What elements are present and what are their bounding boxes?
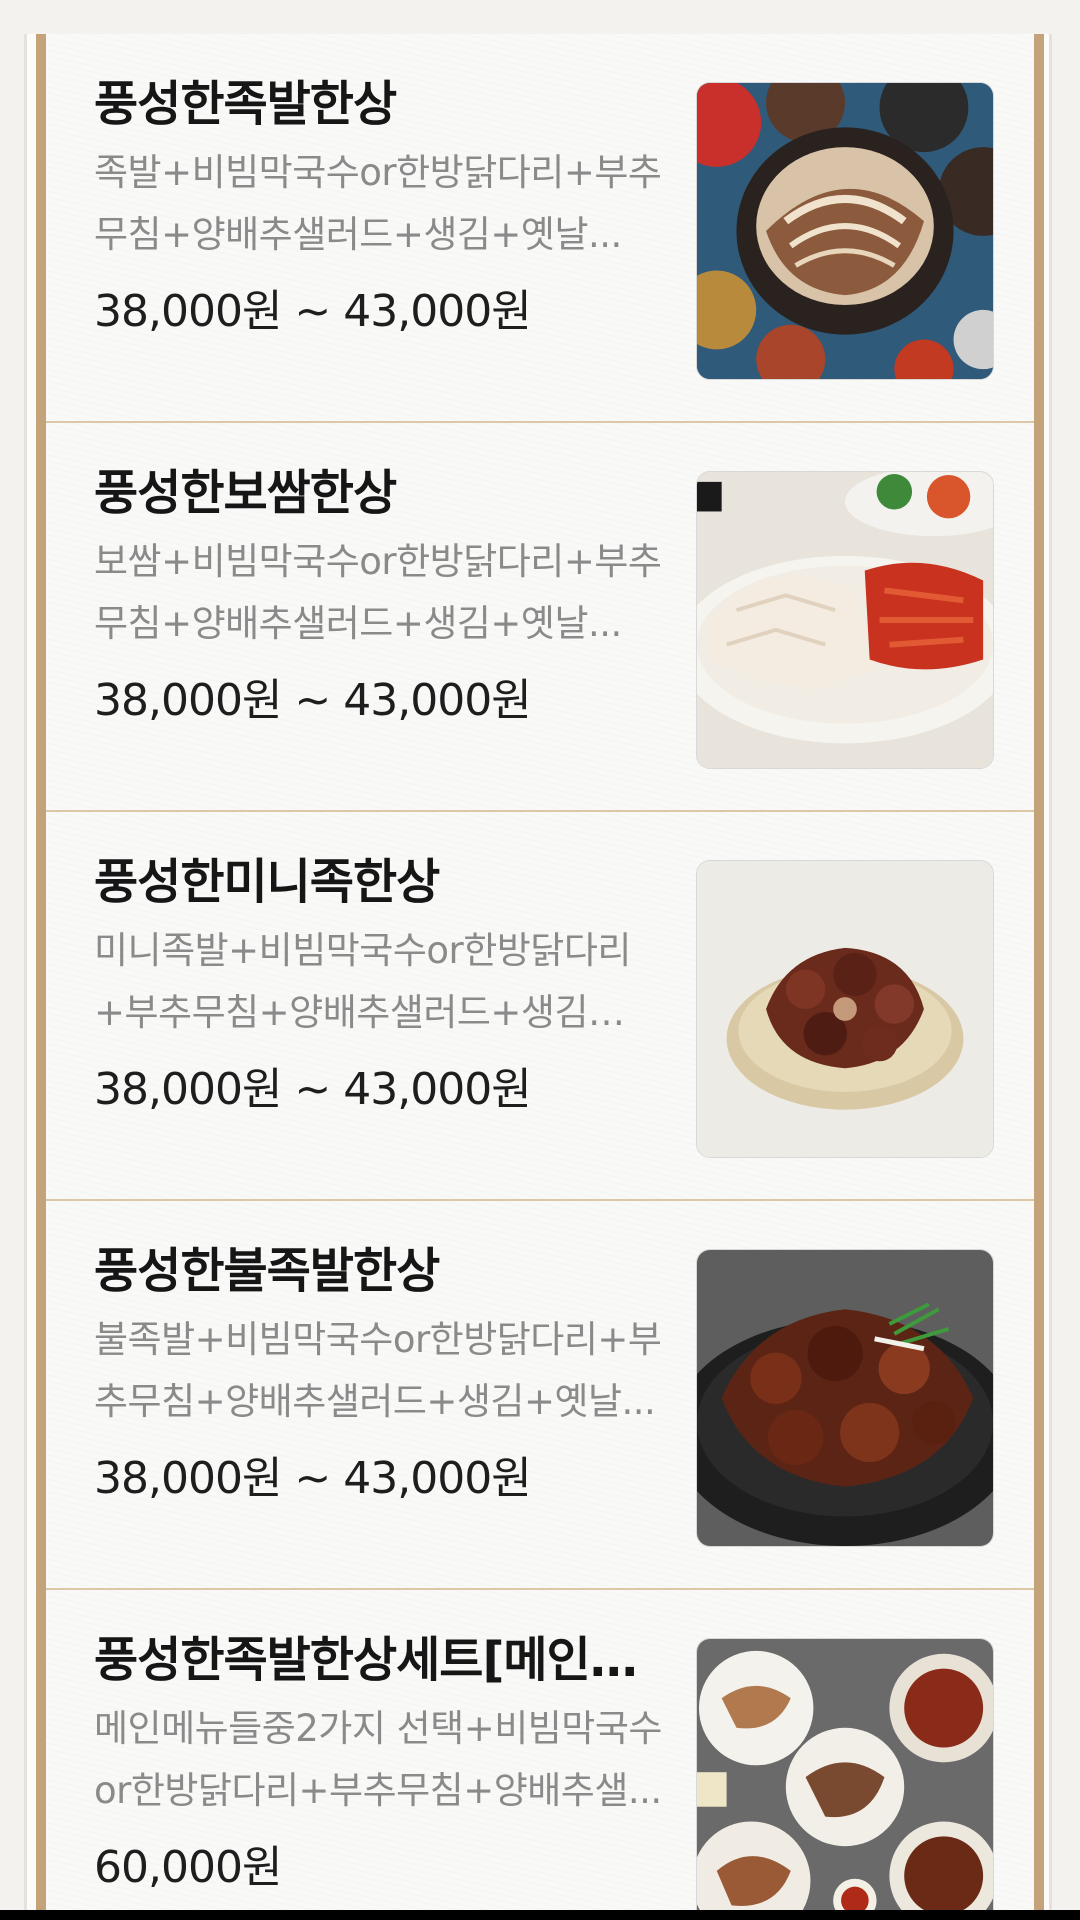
bossam-plate-image — [697, 472, 993, 768]
menu-item-price: 38,000원 ~ 43,000원 — [94, 1453, 532, 1504]
menu-item-description: 족발+비빔막국수or한방닭다리+부추무침+양배추샐러드+생김+옛날... — [94, 151, 662, 256]
menu-item-text: 풍성한미니족한상 미니족발+비빔막국수or한방닭다리+부추무침+양배추샐러드+생… — [94, 850, 674, 1120]
jokbal-set-spread-photo[interactable] — [696, 1638, 994, 1920]
menu-item-title: 풍성한족발한상세트[메인메... — [94, 1632, 674, 1688]
menu-item-description: 불족발+비빔막국수or한방닭다리+부추무침+양배추샐러드+생김+옛날... — [94, 1318, 662, 1423]
menu-item-description: 미니족발+비빔막국수or한방닭다리+부추무침+양배추샐러드+생김+옛... — [94, 929, 631, 1034]
spicy-jokbal-plate-photo[interactable] — [696, 1249, 994, 1547]
menu-item-price: 38,000원 ~ 43,000원 — [94, 286, 532, 337]
menu-item-description: 메인메뉴들중2가지 선택+비빔막국수or한방닭다리+부추무침+양배추샐... — [94, 1707, 662, 1812]
jokbal-platter-photo[interactable] — [696, 82, 994, 380]
menu-item-price: 38,000원 ~ 43,000원 — [94, 675, 532, 726]
menu-item-price: 60,000원 — [94, 1842, 282, 1893]
menu-item-text: 풍성한불족발한상 불족발+비빔막국수or한방닭다리+부추무침+양배추샐러드+생김… — [94, 1239, 674, 1509]
bottom-edge-bar — [0, 1910, 1080, 1920]
menu-item-text: 풍성한보쌈한상 보쌈+비빔막국수or한방닭다리+부추무침+양배추샐러드+생김+옛… — [94, 461, 674, 731]
bossam-plate-photo[interactable] — [696, 471, 994, 769]
mini-jokbal-bowl-image — [697, 861, 993, 1157]
menu-screen: 풍성한족발한상 족발+비빔막국수or한방닭다리+부추무침+양배추샐러드+생김+옛… — [0, 0, 1080, 1920]
menu-item[interactable]: 풍성한족발한상세트[메인메... 메인메뉴들중2가지 선택+비빔막국수or한방닭… — [46, 1590, 1034, 1920]
menu-item-description: 보쌈+비빔막국수or한방닭다리+부추무침+양배추샐러드+생김+옛날... — [94, 540, 662, 645]
menu-item-title: 풍성한미니족한상 — [94, 854, 440, 910]
spicy-jokbal-plate-image — [697, 1250, 993, 1546]
menu-item-text: 풍성한족발한상 족발+비빔막국수or한방닭다리+부추무침+양배추샐러드+생김+옛… — [94, 72, 674, 342]
menu-item[interactable]: 풍성한족발한상 족발+비빔막국수or한방닭다리+부추무침+양배추샐러드+생김+옛… — [46, 34, 1034, 423]
menu-item-title: 풍성한족발한상 — [94, 76, 397, 132]
jokbal-platter-image — [697, 83, 993, 379]
menu-item-title: 풍성한불족발한상 — [94, 1243, 440, 1299]
menu-item-title: 풍성한보쌈한상 — [94, 465, 397, 521]
menu-item-price: 38,000원 ~ 43,000원 — [94, 1064, 532, 1115]
jokbal-set-spread-image — [697, 1639, 993, 1920]
menu-item[interactable]: 풍성한보쌈한상 보쌈+비빔막국수or한방닭다리+부추무침+양배추샐러드+생김+옛… — [46, 423, 1034, 812]
menu-item[interactable]: 풍성한불족발한상 불족발+비빔막국수or한방닭다리+부추무침+양배추샐러드+생김… — [46, 1201, 1034, 1590]
menu-list: 풍성한족발한상 족발+비빔막국수or한방닭다리+부추무침+양배추샐러드+생김+옛… — [46, 34, 1034, 1920]
menu-item-text: 풍성한족발한상세트[메인메... 메인메뉴들중2가지 선택+비빔막국수or한방닭… — [94, 1628, 674, 1898]
menu-item[interactable]: 풍성한미니족한상 미니족발+비빔막국수or한방닭다리+부추무침+양배추샐러드+생… — [46, 812, 1034, 1201]
mini-jokbal-bowl-photo[interactable] — [696, 860, 994, 1158]
